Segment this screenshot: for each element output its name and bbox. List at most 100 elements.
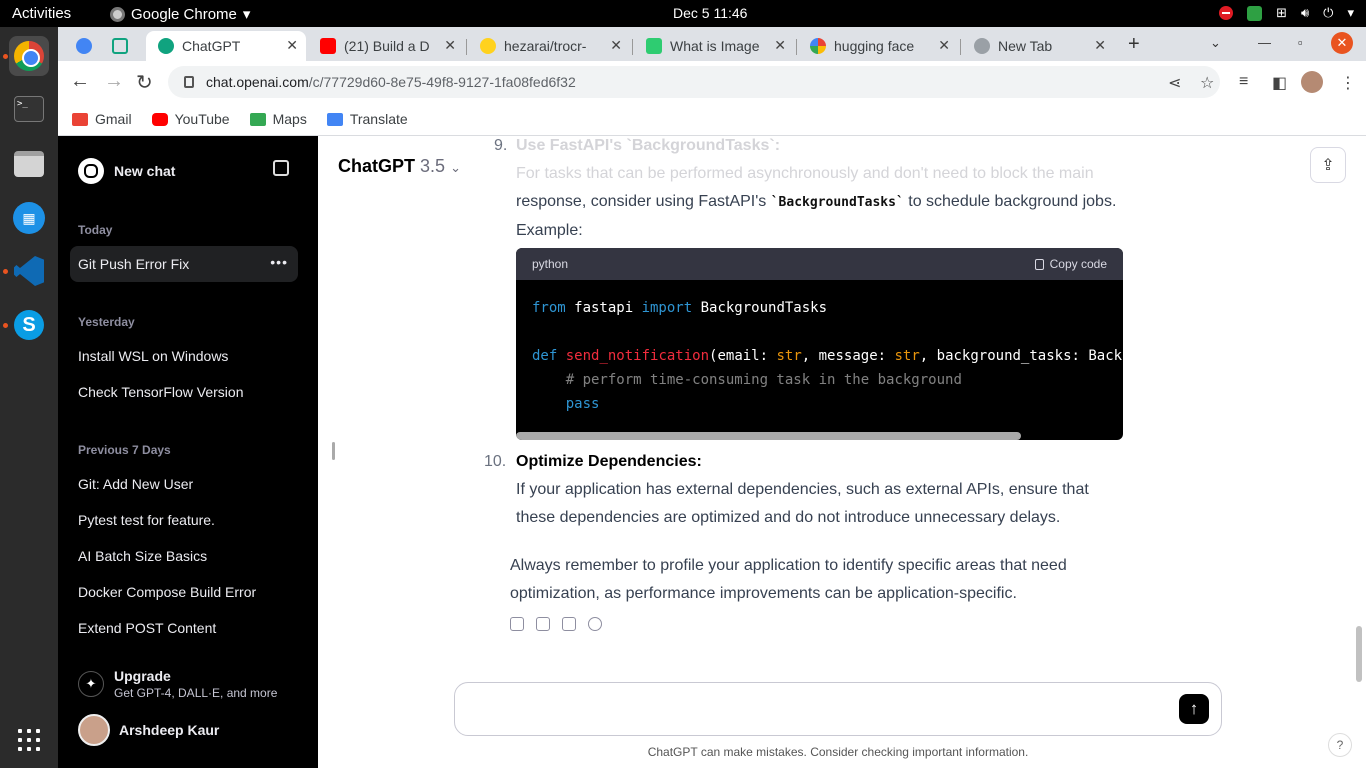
chat-item[interactable]: Check TensorFlow Version (70, 374, 298, 410)
bookmark-gmail[interactable]: Gmail (72, 111, 132, 127)
chat-item[interactable]: Extend POST Content (70, 610, 298, 646)
dock-chrome[interactable] (9, 36, 49, 76)
tab-title: hugging face (834, 38, 915, 54)
youtube-favicon-icon (320, 38, 336, 54)
forward-button[interactable]: → (104, 70, 124, 93)
close-tab-icon[interactable]: ✕ (1094, 37, 1106, 54)
docker-icon: ▦ (13, 202, 45, 234)
huggingface-favicon-icon (480, 38, 496, 54)
copy-icon[interactable] (510, 617, 524, 631)
chat-item[interactable]: Pytest test for feature. (70, 502, 298, 538)
chat-item[interactable]: Git: Add New User (70, 466, 298, 502)
model-name: ChatGPT (338, 156, 416, 176)
bookmark-translate[interactable]: Translate (326, 111, 408, 127)
volume-icon: 🔊︎ (1300, 5, 1310, 20)
share-icon[interactable]: ⋖ (1168, 73, 1181, 93)
closing-line1: Always remember to profile your applicat… (510, 557, 1067, 574)
bookmark-label: Translate (349, 111, 408, 127)
new-tab-favicon-icon (974, 38, 990, 54)
tab-search-icon[interactable]: ⌄ (1210, 35, 1221, 51)
bookmark-maps[interactable]: Maps (249, 111, 307, 127)
close-tab-icon[interactable]: ✕ (444, 37, 456, 54)
model-selector[interactable]: ChatGPT 3.5 ⌄ (338, 156, 461, 177)
chat-item[interactable]: AI Batch Size Basics (70, 538, 298, 574)
system-tray[interactable]: ⊞ 🔊︎ ⏻ ▾ (1219, 5, 1354, 21)
chat-item[interactable]: Git Push Error Fix ••• (70, 246, 298, 282)
horizontal-scrollbar[interactable] (516, 432, 1021, 440)
thumbs-down-icon[interactable] (562, 617, 576, 631)
tab-what-is-image[interactable]: What is Image ✕ (634, 31, 794, 61)
vertical-scrollbar[interactable] (1356, 626, 1362, 682)
menu-icon[interactable]: ⋮ (1340, 73, 1356, 93)
upgrade-button[interactable]: ✦ Upgrade Get GPT-4, DALL·E, and more (78, 668, 277, 700)
dock: >_ ▦ S (0, 27, 58, 768)
dock-files[interactable] (9, 144, 49, 184)
chevron-down-icon: ▾ (1347, 5, 1354, 20)
tab-google-search[interactable]: hugging face ✕ (798, 31, 958, 61)
regenerate-icon[interactable] (588, 617, 602, 631)
youtube-icon (151, 112, 168, 126)
dock-docker[interactable]: ▦ (9, 198, 49, 238)
running-indicator (3, 323, 8, 328)
side-panel-icon[interactable]: ◧ (1272, 73, 1287, 93)
item9-line3: Example: (516, 222, 583, 239)
app-menu[interactable]: Google Chrome ▾ (110, 5, 250, 23)
dock-vscode[interactable] (9, 251, 49, 291)
dock-terminal[interactable]: >_ (9, 89, 49, 129)
address-bar[interactable]: chat.openai.com /c/77729d60-8e75-49f8-91… (168, 66, 1220, 98)
avatar (78, 714, 110, 746)
k-favicon-icon (76, 38, 92, 54)
skype-icon: S (14, 310, 44, 340)
minimize-button[interactable]: — (1258, 35, 1271, 50)
thumbs-up-icon[interactable] (536, 617, 550, 631)
close-window-button[interactable]: ✕ (1331, 32, 1353, 54)
pinned-tab[interactable] (100, 31, 144, 61)
dock-skype[interactable]: S (9, 305, 49, 345)
copy-code-button[interactable]: Copy code (1034, 257, 1107, 271)
reading-list-icon[interactable]: ≡ (1239, 73, 1248, 91)
back-button[interactable]: ← (70, 70, 90, 93)
tab-youtube[interactable]: (21) Build a D ✕ (308, 31, 464, 61)
show-apps-button[interactable] (9, 720, 49, 760)
chatgpt-favicon-icon (158, 38, 174, 54)
close-tab-icon[interactable]: ✕ (286, 37, 298, 54)
profile-avatar[interactable] (1301, 71, 1323, 93)
upgrade-subtitle: Get GPT-4, DALL·E, and more (114, 686, 278, 700)
close-tab-icon[interactable]: ✕ (610, 37, 622, 54)
maximize-button[interactable]: ▫ (1298, 35, 1303, 50)
clock[interactable]: Dec 5 11:46 (673, 5, 747, 21)
code-block: python Copy code from fastapi import Bac… (516, 248, 1123, 440)
bookmark-label: Maps (272, 111, 307, 127)
chat-item[interactable]: Docker Compose Build Error (70, 574, 298, 610)
folder-icon (14, 151, 44, 177)
bookmark-youtube[interactable]: YouTube (151, 111, 230, 127)
message-composer[interactable]: ↑ (454, 682, 1222, 736)
more-options-icon[interactable]: ••• (270, 254, 288, 270)
reload-button[interactable]: ↻ (136, 70, 153, 95)
help-button[interactable]: ? (1328, 733, 1352, 757)
pinned-tab[interactable] (64, 31, 100, 61)
close-tab-icon[interactable]: ✕ (938, 37, 950, 54)
chrome-icon (110, 6, 125, 22)
new-tab-button[interactable]: + (1128, 33, 1140, 56)
sidebar-toggle-handle[interactable] (332, 442, 335, 460)
new-chat-button[interactable]: New chat (78, 158, 175, 184)
send-button[interactable]: ↑ (1179, 694, 1209, 724)
tab-separator (632, 39, 633, 55)
tab-new-tab[interactable]: New Tab ✕ (962, 31, 1114, 61)
maps-icon (249, 112, 266, 126)
list-number: 9. (494, 137, 508, 154)
activities-button[interactable]: Activities (12, 5, 71, 22)
tab-huggingface-model[interactable]: hezarai/trocr- ✕ (468, 31, 630, 61)
share-button[interactable]: ⇪ (1310, 147, 1346, 183)
list-number: 10. (484, 453, 507, 470)
item9-line1: For tasks that can be performed asynchro… (516, 165, 1094, 182)
chat-item-label: Git: Add New User (78, 476, 194, 492)
openai-logo-icon (78, 158, 104, 184)
star-icon[interactable]: ☆ (1200, 73, 1214, 93)
edit-icon[interactable] (273, 160, 289, 176)
user-menu[interactable]: Arshdeep Kaur (78, 714, 219, 746)
tab-chatgpt[interactable]: ChatGPT ✕ (146, 31, 306, 61)
chat-item[interactable]: Install WSL on Windows (70, 338, 298, 374)
close-tab-icon[interactable]: ✕ (774, 37, 786, 54)
